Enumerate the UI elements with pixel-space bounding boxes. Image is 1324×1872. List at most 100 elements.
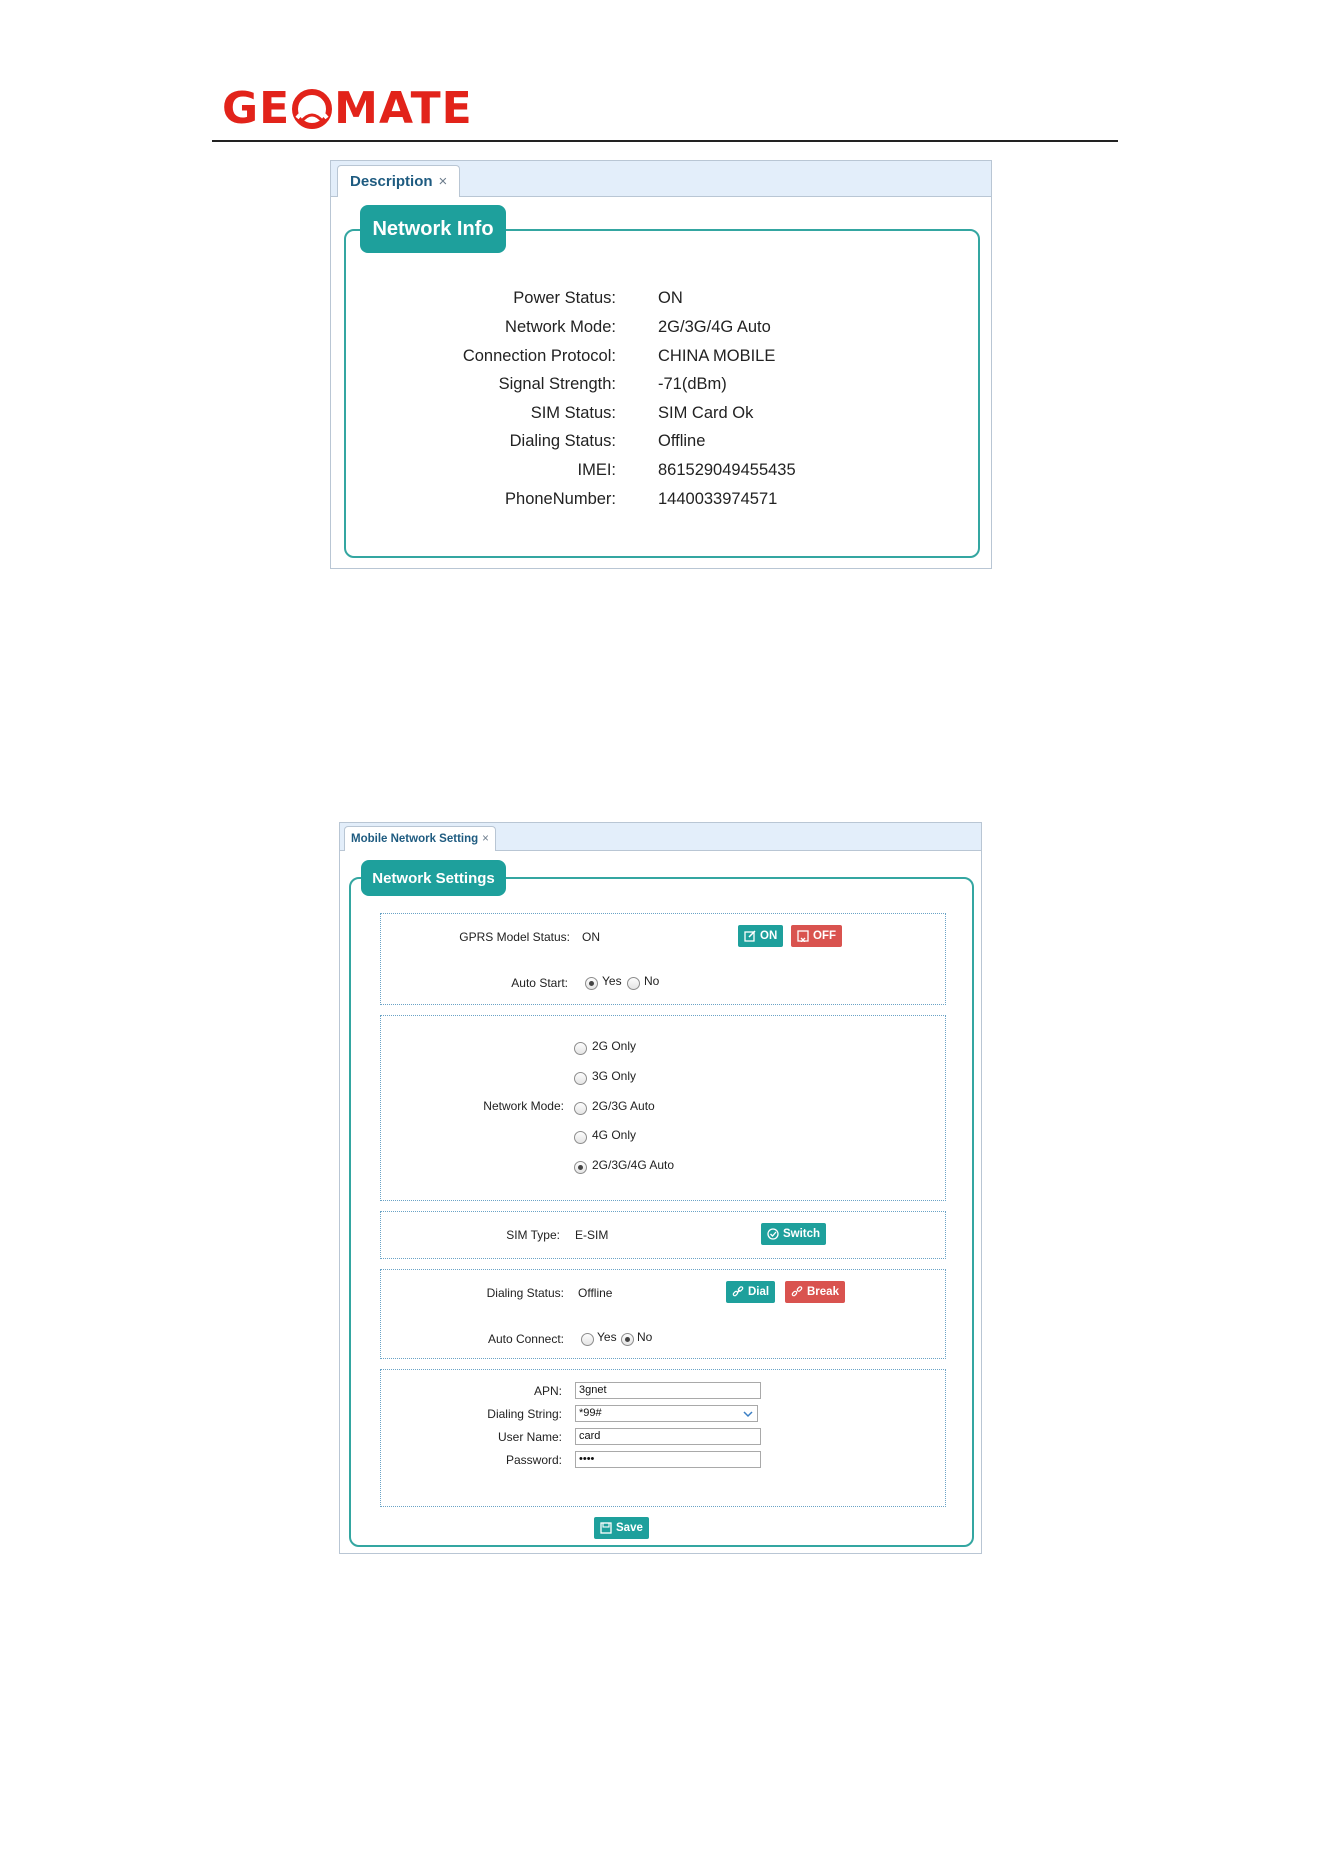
info-row-sim-status: SIM Status: SIM Card Ok (346, 404, 978, 428)
apn-section: APN: 3gnet Dialing String: *99# User Nam… (380, 1369, 946, 1507)
switch-button[interactable]: Switch (761, 1223, 827, 1245)
dialing-status-value: Offline (578, 1286, 613, 1300)
auto-connect-yes-radio[interactable] (581, 1333, 594, 1346)
password-label: Password: (505, 1453, 562, 1467)
network-mode-radio-2g-only[interactable] (574, 1042, 587, 1055)
tab-description[interactable]: Description × (337, 165, 461, 197)
auto-start-yes-label: Yes (602, 974, 622, 988)
info-row-power-status: Power Status: ON (346, 289, 978, 313)
info-label: Power Status: (513, 289, 616, 307)
info-value: CHINA MOBILE (658, 347, 776, 365)
dialing-status-label: Dialing Status: (486, 1286, 564, 1300)
tab-bar: Description × (331, 161, 991, 197)
user-name-label: User Name: (497, 1430, 562, 1444)
close-icon[interactable]: × (439, 173, 448, 190)
dialing-string-label: Dialing String: (487, 1407, 562, 1421)
save-button-label: Save (616, 1522, 643, 1534)
gprs-status-label: GPRS Model Status: (459, 930, 570, 944)
check-circle-icon (767, 1228, 779, 1240)
info-label: IMEI: (577, 461, 616, 479)
info-label: Dialing Status: (509, 432, 616, 450)
dial-button[interactable]: Dial (726, 1281, 776, 1303)
auto-start-no-radio[interactable] (627, 977, 640, 990)
switch-button-label: Switch (783, 1228, 821, 1240)
dial-button-label: Dial (748, 1286, 770, 1298)
tab-mobile-network-setting[interactable]: Mobile Network Setting × (344, 826, 496, 851)
logo-mark-icon (292, 89, 333, 129)
info-label: Connection Protocol: (462, 347, 616, 365)
auto-connect-no-radio[interactable] (621, 1333, 634, 1346)
tab-bar: Mobile Network Setting × (340, 823, 981, 851)
info-row-network-mode: Network Mode: 2G/3G/4G Auto (346, 318, 978, 342)
info-value: ON (658, 289, 683, 307)
info-value: SIM Card Ok (658, 404, 754, 422)
info-label: Network Mode: (505, 318, 616, 336)
sim-type-section: SIM Type: E-SIM Switch (380, 1211, 946, 1259)
gprs-on-button[interactable]: ON (738, 925, 784, 947)
password-input[interactable]: •••• (575, 1451, 761, 1468)
network-settings-fieldset: GPRS Model Status: ON ON OFF Auto Start:… (349, 877, 974, 1547)
network-mode-section: 2G Only 3G Only Network Mode: 2G/3G Auto… (380, 1015, 946, 1201)
gprs-off-button[interactable]: OFF (791, 925, 842, 947)
info-value: 861529049455435 (658, 461, 796, 479)
geomate-logo: GE MATE (222, 83, 473, 134)
network-mode-radio-2g-3g-auto[interactable] (574, 1102, 587, 1115)
link-icon (732, 1286, 744, 1297)
network-mode-option: 3G Only (592, 1069, 637, 1083)
info-value: Offline (658, 432, 706, 450)
auto-connect-no-label: No (637, 1330, 653, 1344)
network-mode-radio-3g-only[interactable] (574, 1072, 587, 1085)
gprs-status-value: ON (582, 930, 600, 944)
header-divider (212, 140, 1118, 142)
info-row-phone-number: PhoneNumber: 1440033974571 (346, 490, 978, 514)
network-mode-option: 2G/3G Auto (592, 1099, 655, 1113)
save-button[interactable]: Save (594, 1517, 649, 1539)
tab-description-label: Description (350, 173, 433, 190)
user-name-input[interactable]: card (575, 1428, 761, 1445)
network-mode-option: 2G Only (592, 1039, 637, 1053)
gprs-section: GPRS Model Status: ON ON OFF Auto Start:… (380, 913, 946, 1005)
dialing-string-value: *99# (579, 1407, 602, 1419)
logo-text-right: MATE (334, 83, 473, 134)
apn-input[interactable]: 3gnet (575, 1382, 761, 1399)
info-row-connection-protocol: Connection Protocol: CHINA MOBILE (346, 347, 978, 371)
info-value: 2G/3G/4G Auto (658, 318, 771, 336)
network-settings-panel: Mobile Network Setting × GPRS Model Stat… (339, 822, 982, 1554)
disable-icon (797, 930, 809, 942)
network-mode-option: 2G/3G/4G Auto (592, 1158, 675, 1172)
dialing-section: Dialing Status: Offline Dial Break Auto … (380, 1269, 946, 1359)
network-settings-legend: Network Settings (361, 860, 506, 896)
auto-start-no-label: No (644, 974, 660, 988)
break-button[interactable]: Break (785, 1281, 845, 1303)
logo-text-left: GE (222, 83, 291, 134)
auto-connect-label: Auto Connect: (487, 1332, 564, 1346)
sim-type-label: SIM Type: (506, 1228, 560, 1242)
info-label: PhoneNumber: (505, 490, 616, 508)
info-row-imei: IMEI: 861529049455435 (346, 461, 978, 485)
info-value: -71(dBm) (658, 375, 727, 393)
network-mode-radio-4g-only[interactable] (574, 1131, 587, 1144)
network-mode-radio-2g-3g-4g-auto[interactable] (574, 1161, 587, 1174)
edit-icon (744, 930, 756, 942)
info-value: 1440033974571 (658, 490, 778, 508)
auto-connect-yes-label: Yes (597, 1330, 617, 1344)
gprs-off-label: OFF (813, 930, 836, 942)
info-label: Signal Strength: (498, 375, 616, 393)
gprs-on-label: ON (760, 930, 778, 942)
close-icon[interactable]: × (482, 833, 489, 845)
network-mode-label: Network Mode: (483, 1099, 564, 1113)
network-mode-option: 4G Only (592, 1128, 637, 1142)
info-row-signal-strength: Signal Strength: -71(dBm) (346, 375, 978, 399)
network-info-panel: Description × Power Status: ON Network M… (330, 160, 992, 569)
unlink-icon (791, 1286, 803, 1297)
apn-label: APN: (533, 1384, 562, 1398)
chevron-down-icon (743, 1411, 753, 1418)
info-row-dialing-status: Dialing Status: Offline (346, 432, 978, 456)
sim-type-value: E-SIM (575, 1228, 609, 1242)
break-button-label: Break (807, 1286, 839, 1298)
auto-start-yes-radio[interactable] (585, 977, 598, 990)
dialing-string-select[interactable]: *99# (575, 1405, 758, 1422)
info-label: SIM Status: (530, 404, 616, 422)
network-info-legend: Network Info (360, 205, 506, 253)
save-icon (600, 1522, 612, 1534)
